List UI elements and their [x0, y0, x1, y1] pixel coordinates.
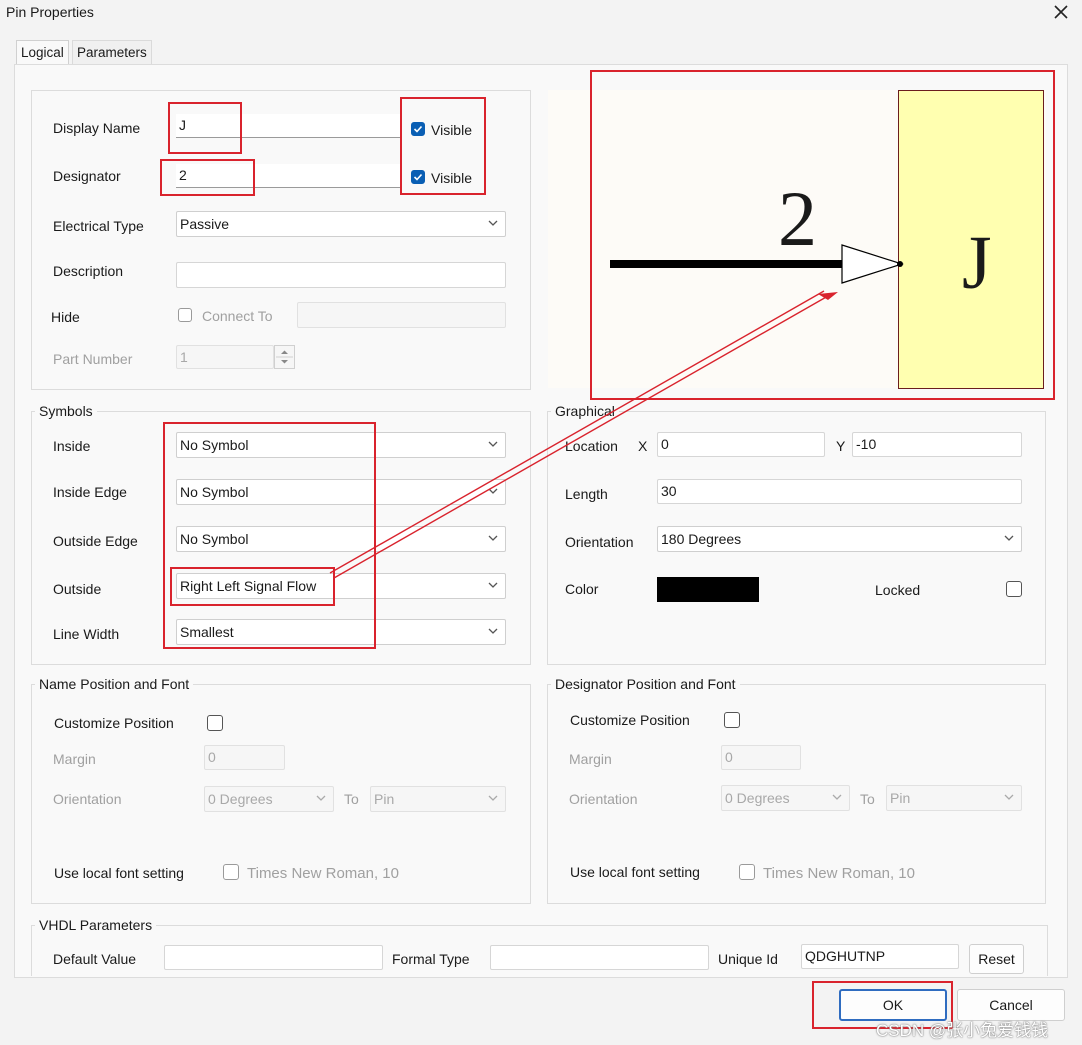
des-customize-position-checkbox[interactable] [724, 712, 740, 728]
unique-id-label: Unique Id [718, 951, 778, 967]
des-to-label: To [860, 791, 875, 807]
name-margin-input[interactable]: 0 [204, 745, 285, 770]
name-to-label: To [344, 791, 359, 807]
name-local-font-checkbox[interactable] [223, 864, 239, 880]
name-orientation-label: Orientation [53, 791, 122, 807]
name-position-title: Name Position and Font [35, 676, 194, 692]
description-input[interactable] [176, 262, 506, 288]
name-margin-label: Margin [53, 751, 96, 767]
name-customize-position-label: Customize Position [54, 715, 174, 731]
des-to-value: Pin [890, 790, 911, 806]
annotation-box-visible [400, 97, 486, 195]
symbol-inside-label: Inside [53, 438, 91, 454]
designator-label: Designator [53, 168, 121, 184]
watermark-text: CSDN @张小兔爱钱钱 [876, 1021, 1049, 1040]
part-number-label: Part Number [53, 351, 133, 367]
orientation-label: Orientation [565, 534, 634, 550]
electrical-type-label: Electrical Type [53, 218, 144, 234]
window-title: Pin Properties [6, 4, 94, 20]
orientation-select[interactable]: 180 Degrees [657, 526, 1022, 552]
des-margin-label: Margin [569, 751, 612, 767]
tab-logical[interactable]: Logical [16, 40, 69, 67]
chevron-down-icon [488, 582, 498, 588]
des-margin-input[interactable]: 0 [721, 745, 801, 770]
annotation-box-symbols [163, 422, 376, 649]
des-local-font-checkbox[interactable] [739, 864, 755, 880]
locked-label: Locked [875, 582, 921, 598]
designator-position-title: Designator Position and Font [551, 676, 740, 692]
symbol-inside-edge-label: Inside Edge [53, 484, 127, 500]
line-width-label: Line Width [53, 626, 120, 642]
formal-type-input[interactable] [490, 945, 709, 970]
chevron-down-icon [488, 220, 498, 226]
formal-type-label: Formal Type [392, 951, 470, 967]
des-orientation-value: 0 Degrees [725, 790, 790, 806]
electrical-type-select[interactable]: Passive [176, 211, 506, 237]
length-label: Length [565, 486, 608, 502]
close-icon[interactable] [1050, 1, 1072, 23]
des-orientation-label: Orientation [569, 791, 638, 807]
length-input[interactable]: 30 [657, 479, 1022, 504]
chevron-down-icon [832, 794, 842, 800]
location-x-label: X [638, 438, 648, 454]
title-bar [0, 0, 1082, 28]
chevron-down-icon [316, 795, 326, 801]
locked-checkbox[interactable] [1006, 581, 1022, 597]
chevron-down-icon [1004, 794, 1014, 800]
part-number-stepper[interactable] [274, 345, 295, 369]
des-local-font-label: Use local font setting [570, 864, 700, 880]
symbols-group-title: Symbols [35, 403, 97, 419]
display-name-label: Display Name [53, 120, 141, 136]
chevron-down-icon [488, 795, 498, 801]
symbol-outside-edge-label: Outside Edge [53, 533, 138, 549]
electrical-type-value: Passive [180, 216, 230, 232]
name-local-font-label: Use local font setting [54, 865, 184, 881]
chevron-down-icon [488, 535, 498, 541]
default-value-input[interactable] [164, 945, 383, 970]
reset-button[interactable]: Reset [969, 944, 1024, 974]
stepper-arrows-icon [276, 350, 293, 364]
tab-parameters[interactable]: Parameters [72, 40, 152, 65]
location-y-label: Y [836, 438, 846, 454]
name-orientation-select[interactable]: 0 Degrees [204, 786, 334, 812]
des-customize-position-label: Customize Position [570, 712, 690, 728]
hide-checkbox[interactable] [178, 308, 192, 322]
color-swatch[interactable] [657, 577, 759, 602]
description-label: Description [53, 263, 124, 279]
part-number-input[interactable]: 1 [176, 345, 274, 369]
chevron-down-icon [488, 488, 498, 494]
des-orientation-select[interactable]: 0 Degrees [721, 785, 850, 811]
annotation-box-outside [170, 567, 335, 606]
name-to-select[interactable]: Pin [370, 786, 506, 812]
symbol-outside-label: Outside [53, 581, 102, 597]
hide-label: Hide [51, 309, 80, 325]
name-orientation-value: 0 Degrees [208, 791, 273, 807]
vhdl-parameters-title: VHDL Parameters [35, 917, 157, 933]
default-value-label: Default Value [53, 951, 137, 967]
location-x-input[interactable]: 0 [657, 432, 825, 457]
connect-to-input[interactable] [297, 302, 506, 328]
annotation-box-designator [160, 159, 255, 196]
chevron-down-icon [488, 441, 498, 447]
unique-id-input[interactable]: QDGHUTNP [801, 944, 959, 969]
location-label: Location [565, 438, 618, 454]
des-to-select[interactable]: Pin [886, 785, 1022, 811]
annotation-box-preview [590, 70, 1055, 400]
connect-to-label: Connect To [202, 308, 273, 324]
chevron-down-icon [1004, 535, 1014, 541]
graphical-group-title: Graphical [551, 403, 619, 419]
name-to-value: Pin [374, 791, 395, 807]
orientation-value: 180 Degrees [661, 531, 742, 547]
chevron-down-icon [488, 628, 498, 634]
name-customize-position-checkbox[interactable] [207, 715, 223, 731]
des-font-value[interactable]: Times New Roman, 10 [763, 865, 915, 882]
name-font-value[interactable]: Times New Roman, 10 [247, 865, 399, 882]
location-y-input[interactable]: -10 [852, 432, 1022, 457]
color-label: Color [565, 581, 599, 597]
annotation-box-display-name [168, 102, 242, 154]
